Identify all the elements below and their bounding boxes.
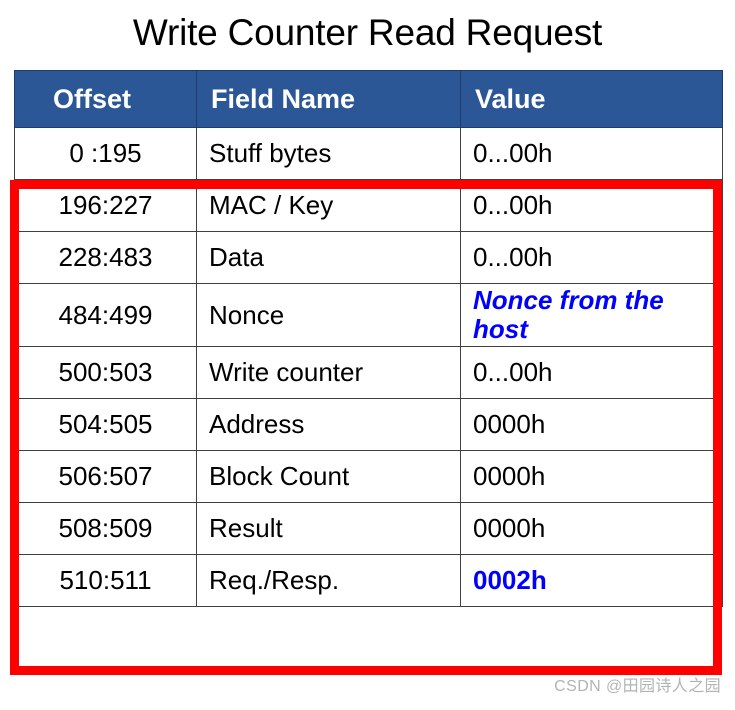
- table-body: 0 :195 Stuff bytes 0...00h 196:227 MAC /…: [14, 127, 723, 608]
- table-row: 196:227 MAC / Key 0...00h: [14, 179, 723, 232]
- cell-field-name: MAC / Key: [196, 179, 461, 232]
- page-root: Write Counter Read Request Offset Field …: [0, 0, 735, 710]
- table-row: 0 :195 Stuff bytes 0...00h: [14, 127, 723, 180]
- table-row: 506:507 Block Count 0000h: [14, 450, 723, 504]
- spec-table-container: Offset Field Name Value 0 :195 Stuff byt…: [14, 70, 723, 608]
- cell-offset: 228:483: [14, 231, 197, 284]
- cell-value: 0000h: [460, 398, 723, 452]
- watermark-text: CSDN @田园诗人之园: [554, 678, 721, 695]
- cell-offset: 508:509: [14, 502, 197, 556]
- column-header-field-name: Field Name: [196, 70, 461, 128]
- cell-offset: 484:499: [14, 282, 197, 348]
- column-header-value: Value: [460, 70, 723, 128]
- cell-value: 0000h: [460, 450, 723, 504]
- cell-field-name: Write counter: [196, 346, 461, 400]
- table-row: 508:509 Result 0000h: [14, 502, 723, 556]
- cell-value: 0...00h: [460, 127, 723, 180]
- cell-field-name: Data: [196, 231, 461, 284]
- column-header-offset: Offset: [14, 70, 197, 128]
- cell-value: 0...00h: [460, 346, 723, 400]
- cell-offset: 506:507: [14, 450, 197, 504]
- cell-offset: 510:511: [14, 554, 197, 608]
- table-row: 510:511 Req./Resp. 0002h: [14, 554, 723, 608]
- table-header: Offset Field Name Value: [14, 70, 723, 128]
- table-header-row: Offset Field Name Value: [14, 70, 723, 128]
- cell-field-name: Result: [196, 502, 461, 556]
- cell-field-name: Req./Resp.: [196, 554, 461, 608]
- cell-field-name: Block Count: [196, 450, 461, 504]
- cell-offset: 504:505: [14, 398, 197, 452]
- cell-value: 0002h: [460, 554, 723, 608]
- cell-offset: 0 :195: [14, 127, 197, 180]
- page-title: Write Counter Read Request: [132, 12, 603, 53]
- cell-value: 0...00h: [460, 231, 723, 284]
- cell-value: 0...00h: [460, 179, 723, 232]
- protocol-field-table: Offset Field Name Value 0 :195 Stuff byt…: [14, 70, 723, 608]
- cell-value: Nonce from the host: [460, 282, 723, 348]
- cell-offset: 196:227: [14, 179, 197, 232]
- cell-value: 0000h: [460, 502, 723, 556]
- cell-field-name: Nonce: [196, 282, 461, 348]
- table-row: 228:483 Data 0...00h: [14, 231, 723, 284]
- table-row: 504:505 Address 0000h: [14, 398, 723, 452]
- cell-field-name: Address: [196, 398, 461, 452]
- cell-field-name: Stuff bytes: [196, 127, 461, 180]
- cell-offset: 500:503: [14, 346, 197, 400]
- table-row: 500:503 Write counter 0...00h: [14, 346, 723, 400]
- table-row: 484:499 Nonce Nonce from the host: [14, 282, 723, 348]
